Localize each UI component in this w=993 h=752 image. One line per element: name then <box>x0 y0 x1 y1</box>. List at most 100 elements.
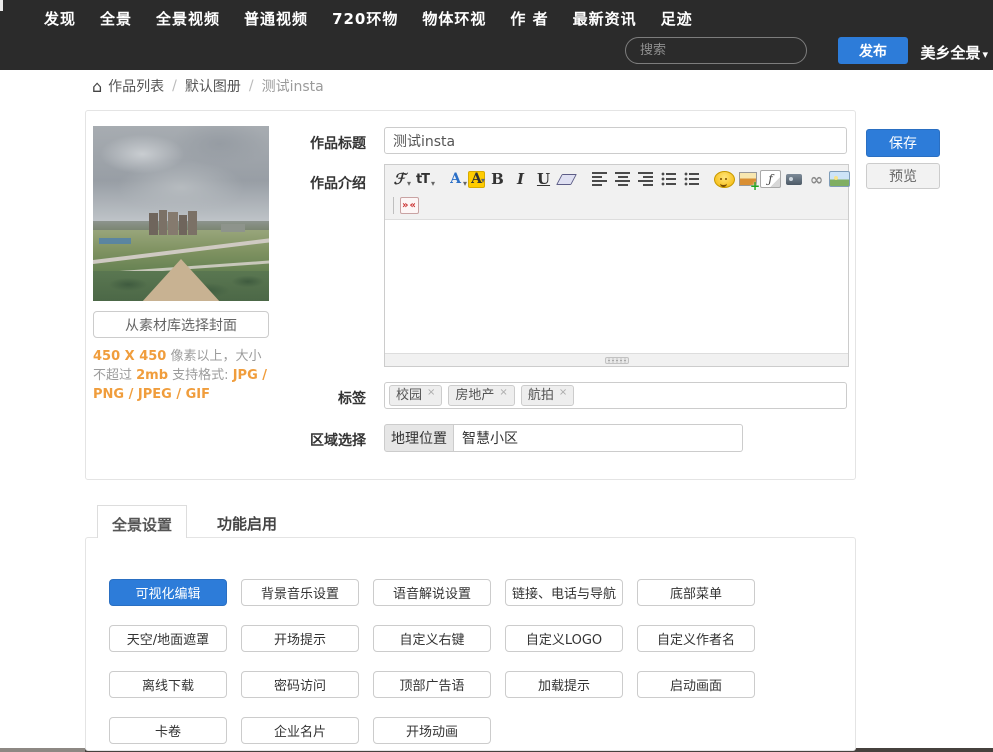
tag-label: 房地产 <box>455 388 495 403</box>
hint-filesize: 2mb <box>136 368 169 383</box>
text-color-icon[interactable]: A <box>445 169 467 190</box>
tag-label: 校园 <box>396 388 423 403</box>
work-edit-panel: 从素材库选择封面 450 X 450 像素以上，大小不超过 2mb 支持格式: … <box>85 110 856 480</box>
home-icon: ⌂ <box>92 76 103 96</box>
blockquote-icon[interactable]: »« <box>400 196 419 214</box>
tag-chip[interactable]: 校园 × <box>389 385 443 406</box>
nav-item-news[interactable]: 最新资讯 <box>573 8 637 29</box>
title-input[interactable] <box>384 127 847 154</box>
setting-offline-download-button[interactable]: 离线下载 <box>109 671 227 698</box>
save-button[interactable]: 保存 <box>866 129 940 157</box>
setting-card-coupon-button[interactable]: 卡卷 <box>109 717 227 744</box>
tag-label: 航拍 <box>527 388 554 403</box>
choose-cover-button[interactable]: 从素材库选择封面 <box>93 311 269 338</box>
region-select-group: 地理位置 <box>384 424 743 452</box>
region-input[interactable] <box>454 424 743 452</box>
setting-opening-tip-button[interactable]: 开场提示 <box>241 625 359 652</box>
breadcrumb: ⌂ 作品列表 / 默认图册 / 测试insta <box>92 76 324 96</box>
setting-link-phone-nav-button[interactable]: 链接、电话与导航 <box>505 579 623 606</box>
nav-item-720-object[interactable]: 720环物 <box>332 8 398 29</box>
setting-visual-edit-button[interactable]: 可视化编辑 <box>109 579 227 606</box>
logo <box>0 0 3 11</box>
settings-button-grid: 可视化编辑 背景音乐设置 语音解说设置 链接、电话与导航 底部菜单 天空/地面遮… <box>109 579 755 744</box>
insert-image-icon[interactable] <box>737 169 760 193</box>
editor-resize-handle[interactable] <box>604 356 629 364</box>
tag-remove-icon[interactable]: × <box>427 388 435 398</box>
breadcrumb-separator: / <box>248 78 254 94</box>
tag-chip[interactable]: 航拍 × <box>520 385 575 406</box>
align-left-icon[interactable] <box>589 169 610 190</box>
tags-input[interactable]: 校园 × 房地产 × 航拍 × <box>384 382 847 409</box>
breadcrumb-default-album[interactable]: 默认图册 <box>185 76 241 96</box>
setting-bgm-button[interactable]: 背景音乐设置 <box>241 579 359 606</box>
setting-custom-author-button[interactable]: 自定义作者名 <box>637 625 755 652</box>
editor-statusbar <box>385 353 848 366</box>
title-label: 作品标题 <box>310 136 366 152</box>
breadcrumb-separator: / <box>172 78 177 94</box>
tag-remove-icon[interactable]: × <box>559 388 567 398</box>
link-icon[interactable]: ∞ <box>806 169 827 190</box>
nav-item-panorama[interactable]: 全景 <box>100 8 132 29</box>
highlight-color-icon[interactable]: A <box>468 170 485 188</box>
tag-chip[interactable]: 房地产 × <box>448 385 515 406</box>
setting-sky-ground-mask-button[interactable]: 天空/地面遮罩 <box>109 625 227 652</box>
setting-business-card-button[interactable]: 企业名片 <box>241 717 359 744</box>
nav-item-object-view[interactable]: 物体环视 <box>422 8 486 29</box>
setting-custom-logo-button[interactable]: 自定义LOGO <box>505 625 623 652</box>
cover-thumbnail <box>93 126 269 301</box>
tab-panorama-settings[interactable]: 全景设置 <box>97 505 188 538</box>
setting-loading-tip-button[interactable]: 加载提示 <box>505 671 623 698</box>
thumbnail-roof <box>141 259 221 301</box>
setting-opening-animation-button[interactable]: 开场动画 <box>373 717 491 744</box>
italic-icon[interactable]: I <box>510 169 531 190</box>
flash-icon[interactable]: ƒ <box>760 170 781 188</box>
align-center-icon[interactable] <box>612 169 633 190</box>
unordered-list-icon[interactable] <box>681 169 702 190</box>
bold-icon[interactable]: B <box>487 169 508 190</box>
ordered-list-icon[interactable] <box>658 169 679 190</box>
hint-size: 450 X 450 <box>93 349 167 364</box>
settings-tabs: 全景设置 功能启用 <box>97 505 291 538</box>
user-menu[interactable]: 美乡全景 <box>920 42 988 63</box>
font-family-icon[interactable]: ℱ <box>389 169 411 190</box>
setting-bottom-menu-button[interactable]: 底部菜单 <box>637 579 755 606</box>
image-icon[interactable] <box>829 171 850 187</box>
main-nav: 发现 全景 全景视频 普通视频 720环物 物体环视 作 者 最新资讯 足迹 <box>44 8 693 29</box>
tags-label: 标签 <box>338 391 366 407</box>
geo-location-button[interactable]: 地理位置 <box>384 424 454 452</box>
nav-item-footprints[interactable]: 足迹 <box>661 8 693 29</box>
thumbnail-building <box>221 224 245 232</box>
remove-format-icon[interactable] <box>556 169 577 190</box>
thumbnail-buildings <box>149 210 197 235</box>
toolbar-separator <box>393 196 394 214</box>
search-input[interactable] <box>625 37 807 64</box>
page: 发现 全景 全景视频 普通视频 720环物 物体环视 作 者 最新资讯 足迹 发… <box>0 0 993 752</box>
panorama-settings-panel: 可视化编辑 背景音乐设置 语音解说设置 链接、电话与导航 底部菜单 天空/地面遮… <box>85 537 856 751</box>
publish-button[interactable]: 发布 <box>838 37 908 64</box>
nav-item-authors[interactable]: 作 者 <box>510 8 548 29</box>
font-size-icon[interactable]: tT <box>412 169 434 190</box>
thumbnail-tarp <box>99 238 131 244</box>
media-icon[interactable] <box>783 169 804 190</box>
preview-button[interactable]: 预览 <box>866 163 940 189</box>
rich-text-editor: ℱ tT A A B I U <box>384 164 850 367</box>
setting-top-ad-button[interactable]: 顶部广告语 <box>373 671 491 698</box>
nav-item-discover[interactable]: 发现 <box>44 8 76 29</box>
hint-text: 支持格式: <box>168 368 233 383</box>
align-right-icon[interactable] <box>635 169 656 190</box>
region-label: 区域选择 <box>310 433 366 449</box>
underline-icon[interactable]: U <box>533 169 554 190</box>
editor-toolbar: ℱ tT A A B I U <box>385 165 850 220</box>
nav-item-normal-video[interactable]: 普通视频 <box>244 8 308 29</box>
breadcrumb-works-list[interactable]: 作品列表 <box>108 76 164 96</box>
setting-splash-screen-button[interactable]: 启动画面 <box>637 671 755 698</box>
tag-remove-icon[interactable]: × <box>499 388 507 398</box>
editor-body[interactable] <box>385 220 848 353</box>
tab-feature-enable[interactable]: 功能启用 <box>203 505 291 538</box>
breadcrumb-current: 测试insta <box>261 79 324 95</box>
setting-password-access-button[interactable]: 密码访问 <box>241 671 359 698</box>
setting-custom-rightclick-button[interactable]: 自定义右键 <box>373 625 491 652</box>
setting-voice-narration-button[interactable]: 语音解说设置 <box>373 579 491 606</box>
nav-item-panorama-video[interactable]: 全景视频 <box>156 8 220 29</box>
emoticon-icon[interactable] <box>714 170 735 188</box>
